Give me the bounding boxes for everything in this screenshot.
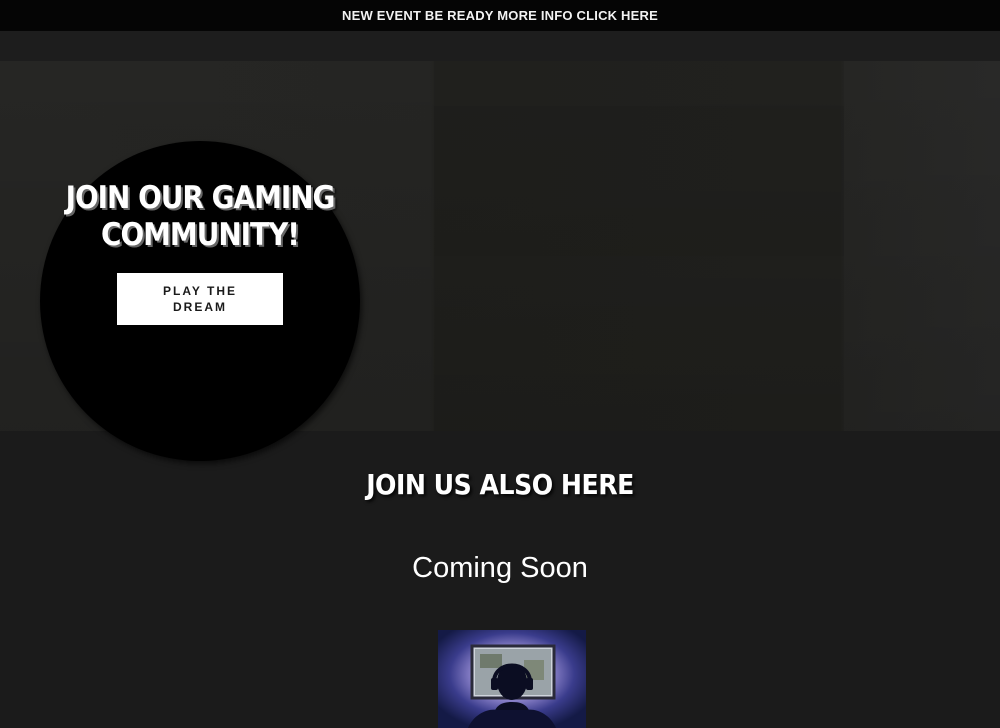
play-the-dream-label: PLAY THE DREAM bbox=[162, 284, 238, 314]
navigation-bar bbox=[0, 31, 1000, 61]
gamer-image bbox=[438, 630, 586, 728]
announcement-text[interactable]: NEW EVENT BE READY MORE INFO CLICK HERE bbox=[342, 8, 658, 23]
play-the-dream-button[interactable]: PLAY THE DREAM bbox=[117, 273, 283, 325]
gamer-silhouette-illustration bbox=[438, 630, 586, 728]
hero-background-screen bbox=[434, 106, 844, 256]
section-title: JOIN US ALSO HERE bbox=[366, 468, 634, 501]
hero-title: JOIN OUR GAMING COMMUNITY! bbox=[65, 180, 336, 253]
announcement-bar[interactable]: NEW EVENT BE READY MORE INFO CLICK HERE bbox=[0, 0, 1000, 31]
coming-soon-text: Coming Soon bbox=[412, 552, 588, 584]
